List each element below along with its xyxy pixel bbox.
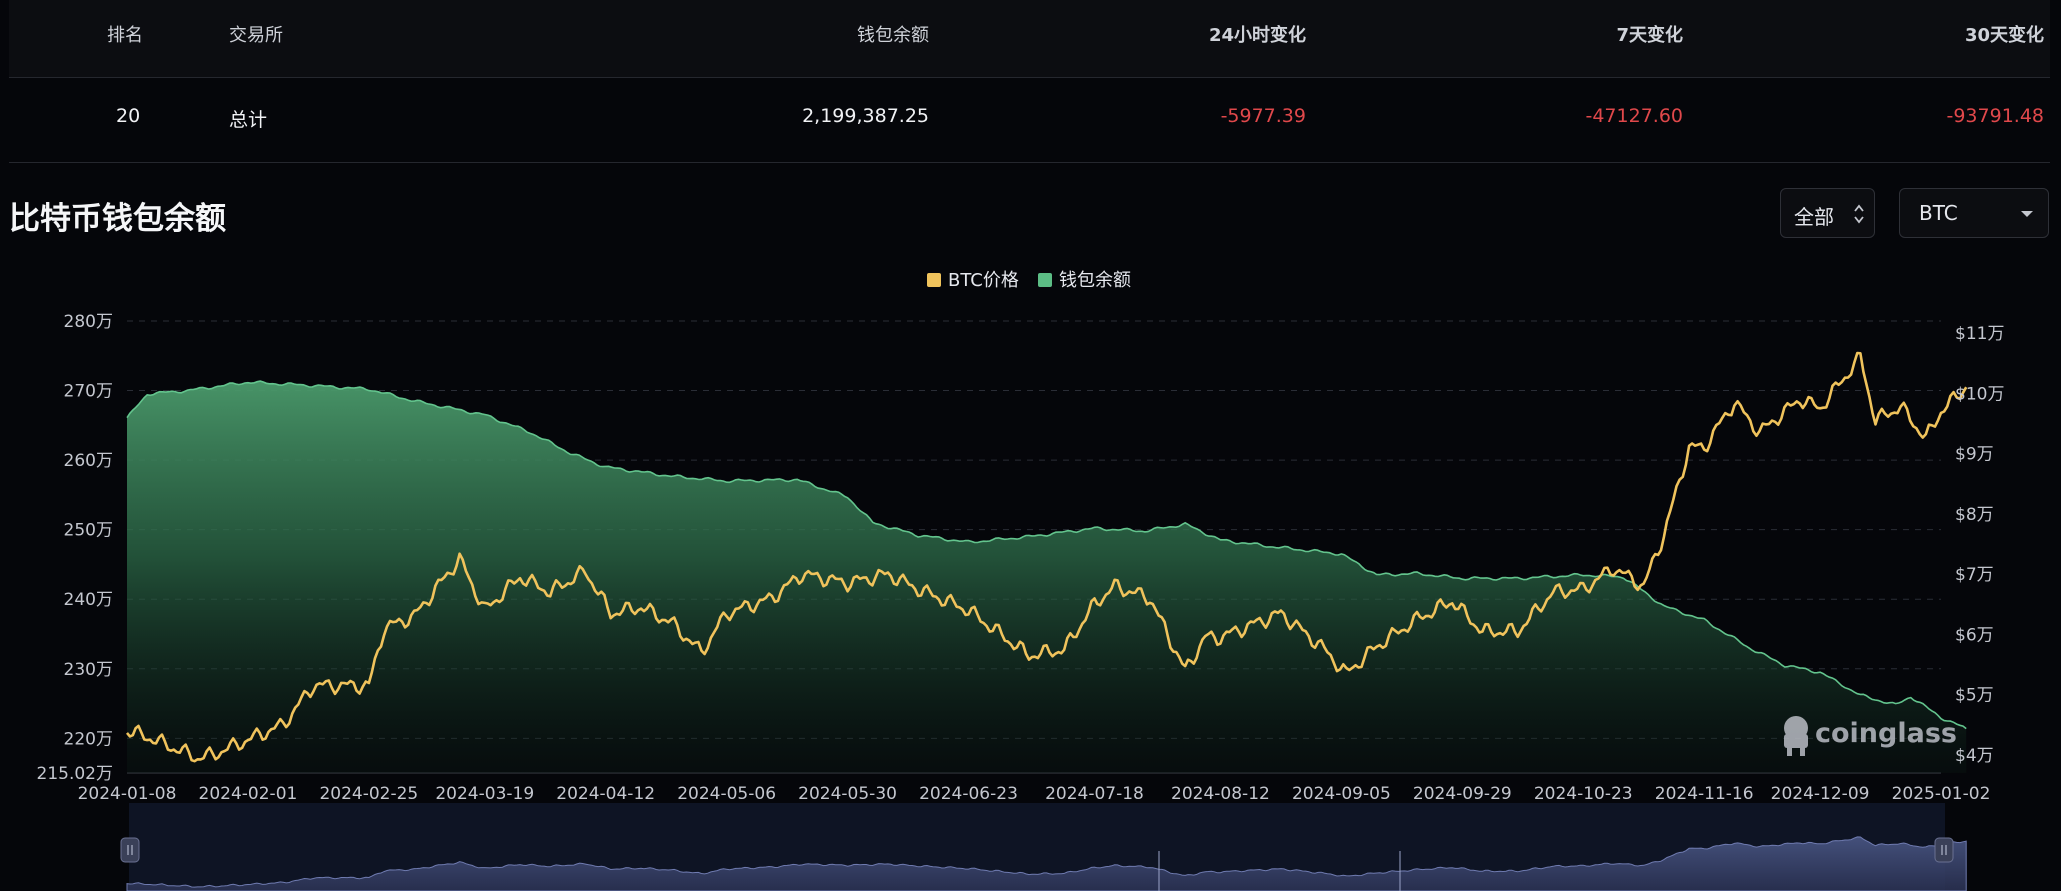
summary-table: 排名 交易所 钱包余额 24小时变化 7天变化 30天变化 20 总计 2,19… bbox=[9, 0, 2050, 163]
slider-handle-left[interactable] bbox=[120, 837, 140, 863]
header-balance[interactable]: 钱包余额 bbox=[857, 21, 929, 47]
left-tick-label: 280万 bbox=[64, 312, 113, 332]
x-tick-label: 2024-09-05 bbox=[1292, 784, 1391, 804]
left-tick-label: 250万 bbox=[64, 521, 113, 541]
x-tick-label: 2024-02-25 bbox=[319, 784, 418, 804]
legend-swatch-price bbox=[927, 273, 941, 287]
left-tick-label: 220万 bbox=[64, 729, 113, 749]
x-tick-label: 2024-05-06 bbox=[677, 784, 776, 804]
right-tick-label: $8万 bbox=[1955, 505, 1994, 525]
slider-handle-right[interactable] bbox=[1934, 837, 1954, 863]
x-tick-label: 2024-12-09 bbox=[1771, 784, 1870, 804]
legend-item-price[interactable]: BTC价格 bbox=[927, 270, 1019, 291]
x-tick-label: 2024-10-23 bbox=[1534, 784, 1633, 804]
x-tick-label: 2024-01-08 bbox=[78, 784, 177, 804]
table-row: 20 总计 2,199,387.25 -5977.39 -47127.60 -9… bbox=[9, 78, 2050, 163]
right-tick-label: $7万 bbox=[1955, 565, 1994, 585]
x-tick-label: 2024-09-29 bbox=[1413, 784, 1512, 804]
x-tick-label: 2024-05-30 bbox=[798, 784, 897, 804]
left-tick-label: 215.02万 bbox=[37, 764, 113, 784]
header-change-24h[interactable]: 24小时变化 bbox=[1209, 21, 1306, 47]
x-tick-label: 2024-11-16 bbox=[1655, 784, 1754, 804]
section-title: 比特币钱包余额 bbox=[9, 201, 226, 237]
coin-select[interactable]: BTC bbox=[1899, 188, 2049, 238]
legend-swatch-balance bbox=[1038, 273, 1052, 287]
right-tick-label: $11万 bbox=[1955, 324, 2004, 344]
coin-select-label: BTC bbox=[1919, 201, 1958, 225]
table-header: 排名 交易所 钱包余额 24小时变化 7天变化 30天变化 bbox=[9, 0, 2050, 78]
row-change-24h: -5977.39 bbox=[1220, 105, 1306, 127]
chart-legend: BTC价格 钱包余额 bbox=[927, 270, 1131, 291]
left-tick-label: 270万 bbox=[64, 382, 113, 402]
zoom-slider[interactable] bbox=[120, 803, 1967, 891]
caret-down-icon bbox=[2021, 211, 2033, 217]
range-select[interactable]: 全部 bbox=[1780, 188, 1875, 238]
header-change-30d[interactable]: 30天变化 bbox=[1965, 21, 2044, 47]
row-rank: 20 bbox=[116, 105, 141, 127]
x-axis: 2024-01-08 2024-02-01 2024-02-25 2024-03-19… bbox=[78, 784, 1991, 804]
header-exchange[interactable]: 交易所 bbox=[229, 21, 283, 47]
x-tick-label: 2024-06-23 bbox=[919, 784, 1018, 804]
x-tick-label: 2025-01-02 bbox=[1892, 784, 1991, 804]
left-tick-label: 230万 bbox=[64, 660, 113, 680]
legend-label-balance: 钱包余额 bbox=[1059, 270, 1131, 291]
row-change-7d: -47127.60 bbox=[1585, 105, 1683, 127]
right-tick-label: $6万 bbox=[1955, 625, 1994, 645]
row-change-30d: -93791.48 bbox=[1946, 105, 2044, 127]
x-tick-label: 2024-02-01 bbox=[199, 784, 298, 804]
right-axis: $11万 $10万 $9万 $8万 $7万 $6万 $5万 $4万 bbox=[1955, 324, 2004, 766]
x-tick-label: 2024-04-12 bbox=[556, 784, 655, 804]
btc-balance-chart[interactable]: BTC价格 钱包余额 280万270万260万250万240万230万220万2… bbox=[0, 250, 2061, 891]
range-select-label: 全部 bbox=[1794, 205, 1834, 229]
right-tick-label: $5万 bbox=[1955, 686, 1994, 706]
sort-icon bbox=[1854, 204, 1864, 224]
right-tick-label: $4万 bbox=[1955, 746, 1994, 766]
header-rank[interactable]: 排名 bbox=[107, 21, 143, 47]
row-exchange: 总计 bbox=[229, 109, 268, 131]
right-tick-label: $9万 bbox=[1955, 445, 1994, 465]
balance-area bbox=[127, 381, 1967, 773]
watermark-text: coinglass bbox=[1815, 718, 1957, 749]
left-tick-label: 260万 bbox=[64, 451, 113, 471]
row-balance: 2,199,387.25 bbox=[802, 105, 929, 127]
x-tick-label: 2024-08-12 bbox=[1171, 784, 1270, 804]
left-axis: 280万 270万 260万 250万 240万 230万 220万 215.02万 bbox=[37, 312, 113, 784]
header-change-7d[interactable]: 7天变化 bbox=[1616, 21, 1683, 47]
x-tick-label: 2024-07-18 bbox=[1045, 784, 1144, 804]
x-tick-label: 2024-03-19 bbox=[435, 784, 534, 804]
legend-item-balance[interactable]: 钱包余额 bbox=[1038, 270, 1131, 291]
legend-label-price: BTC价格 bbox=[948, 270, 1019, 291]
left-tick-label: 240万 bbox=[64, 590, 113, 610]
right-tick-label: $10万 bbox=[1955, 384, 2004, 404]
